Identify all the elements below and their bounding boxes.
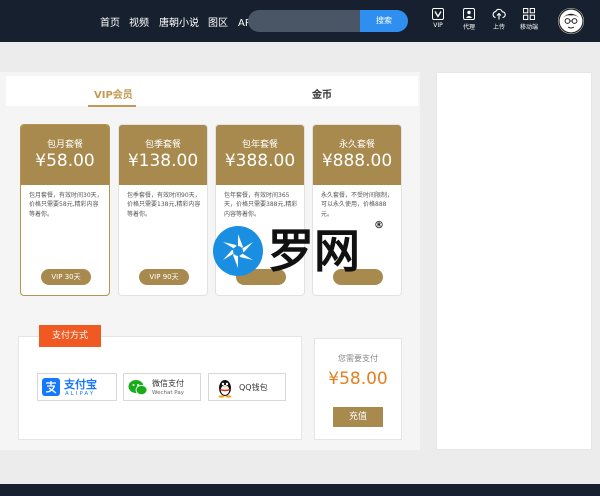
plan-card-header: 包月套餐 ¥58.00 xyxy=(21,125,109,185)
nav-link-home[interactable]: 首页 xyxy=(100,14,120,29)
vip-icon xyxy=(424,8,452,20)
upload-icon xyxy=(485,8,513,20)
wechat-pay-name: 微信支付 xyxy=(152,379,184,388)
plan-card-quarterly[interactable]: 包季套餐 ¥138.00 包季套餐，有效时间90天，价格只需要138元,精彩内容… xyxy=(118,124,208,296)
footer-bar xyxy=(0,484,600,496)
upload-tool[interactable]: 上传 xyxy=(485,8,513,31)
search-bar: 搜索 xyxy=(248,10,408,32)
alipay-option[interactable]: 支付宝 ALIPAY xyxy=(37,373,117,401)
top-navbar: 首页 视频 唐朝小说 图区 APP下载 搜索 VIP 代理 上传 移动端 xyxy=(0,0,600,42)
plan-title: 包季套餐 xyxy=(144,140,181,150)
plan-price: ¥58.00 xyxy=(35,151,95,171)
plan-price: ¥388.00 xyxy=(224,151,296,171)
mobile-tool-label: 移动端 xyxy=(519,24,538,31)
watermark-logo: 罗网 ® xyxy=(212,220,390,280)
plan-description: 包月套餐，有效时间30天，价格只需要58元,精彩内容等着你。 xyxy=(29,192,103,218)
user-avatar[interactable] xyxy=(558,8,584,34)
watermark-text: 罗网 xyxy=(268,224,360,278)
payment-method-tag: 支付方式 xyxy=(39,325,101,347)
plan-card-monthly[interactable]: 包月套餐 ¥58.00 包月套餐，有效时间30天，价格只需要58元,精彩内容等着… xyxy=(20,124,110,296)
plan-select-button[interactable]: VIP 30天 xyxy=(41,269,91,285)
grid-icon xyxy=(515,8,543,20)
right-sidebar xyxy=(436,72,592,450)
plan-description: 包季套餐，有效时间90天，价格只需要138元,精彩内容等着你。 xyxy=(127,192,201,218)
wechat-logo-icon xyxy=(128,380,148,396)
recharge-button[interactable]: 充值 xyxy=(333,407,383,427)
amount-due-label: 您需要支付 xyxy=(338,354,378,363)
plan-select-button[interactable]: VIP 90天 xyxy=(139,269,189,285)
nav-link-novel[interactable]: 唐朝小说 xyxy=(159,14,199,29)
alipay-logo-icon xyxy=(42,378,60,396)
amount-due-value: ¥58.00 xyxy=(328,369,388,389)
vip-tool[interactable]: VIP xyxy=(424,8,452,29)
plan-price: ¥888.00 xyxy=(321,151,393,171)
agent-tool[interactable]: 代理 xyxy=(455,8,483,31)
nav-link-gallery[interactable]: 图区 xyxy=(208,14,228,29)
plan-card-header: 包季套餐 ¥138.00 xyxy=(119,125,207,185)
mobile-tool[interactable]: 移动端 xyxy=(515,8,543,31)
aperture-logo-icon xyxy=(213,226,263,276)
search-input[interactable] xyxy=(248,10,360,32)
upload-tool-label: 上传 xyxy=(492,24,505,31)
qq-wallet-name: QQ钱包 xyxy=(239,383,268,392)
alipay-name: 支付宝 xyxy=(64,378,97,391)
payment-summary: 您需要支付 ¥58.00 充值 xyxy=(314,338,402,440)
active-tab-indicator xyxy=(88,105,136,107)
wechat-pay-sub: Wechat Pay xyxy=(152,390,184,396)
agent-icon xyxy=(455,8,483,20)
plan-card-header: 包年套餐 ¥388.00 xyxy=(216,125,304,185)
plan-title: 包月套餐 xyxy=(46,140,83,150)
tab-vip-membership[interactable]: VIP会员 xyxy=(94,86,133,101)
payment-method-box: 支付方式 支付宝 ALIPAY 微信支付 Wechat Pay QQ钱包 xyxy=(18,325,302,440)
tab-bar: VIP会员 金币 xyxy=(6,76,418,107)
qq-penguin-icon xyxy=(218,380,232,398)
wechat-pay-option[interactable]: 微信支付 Wechat Pay xyxy=(123,373,201,401)
avatar-face-icon xyxy=(558,8,584,34)
nav-link-video[interactable]: 视频 xyxy=(129,14,149,29)
alipay-sub: ALIPAY xyxy=(65,391,96,397)
tab-gold-coins[interactable]: 金币 xyxy=(312,86,332,101)
plan-price: ¥138.00 xyxy=(127,151,199,171)
registered-mark: ® xyxy=(374,220,384,231)
search-button[interactable]: 搜索 xyxy=(360,10,408,32)
vip-tool-label: VIP xyxy=(433,22,443,29)
plan-title: 永久套餐 xyxy=(338,140,375,150)
agent-tool-label: 代理 xyxy=(462,24,475,31)
plan-title: 包年套餐 xyxy=(241,140,278,150)
qq-wallet-option[interactable]: QQ钱包 xyxy=(208,373,286,401)
plan-card-header: 永久套餐 ¥888.00 xyxy=(313,125,401,185)
